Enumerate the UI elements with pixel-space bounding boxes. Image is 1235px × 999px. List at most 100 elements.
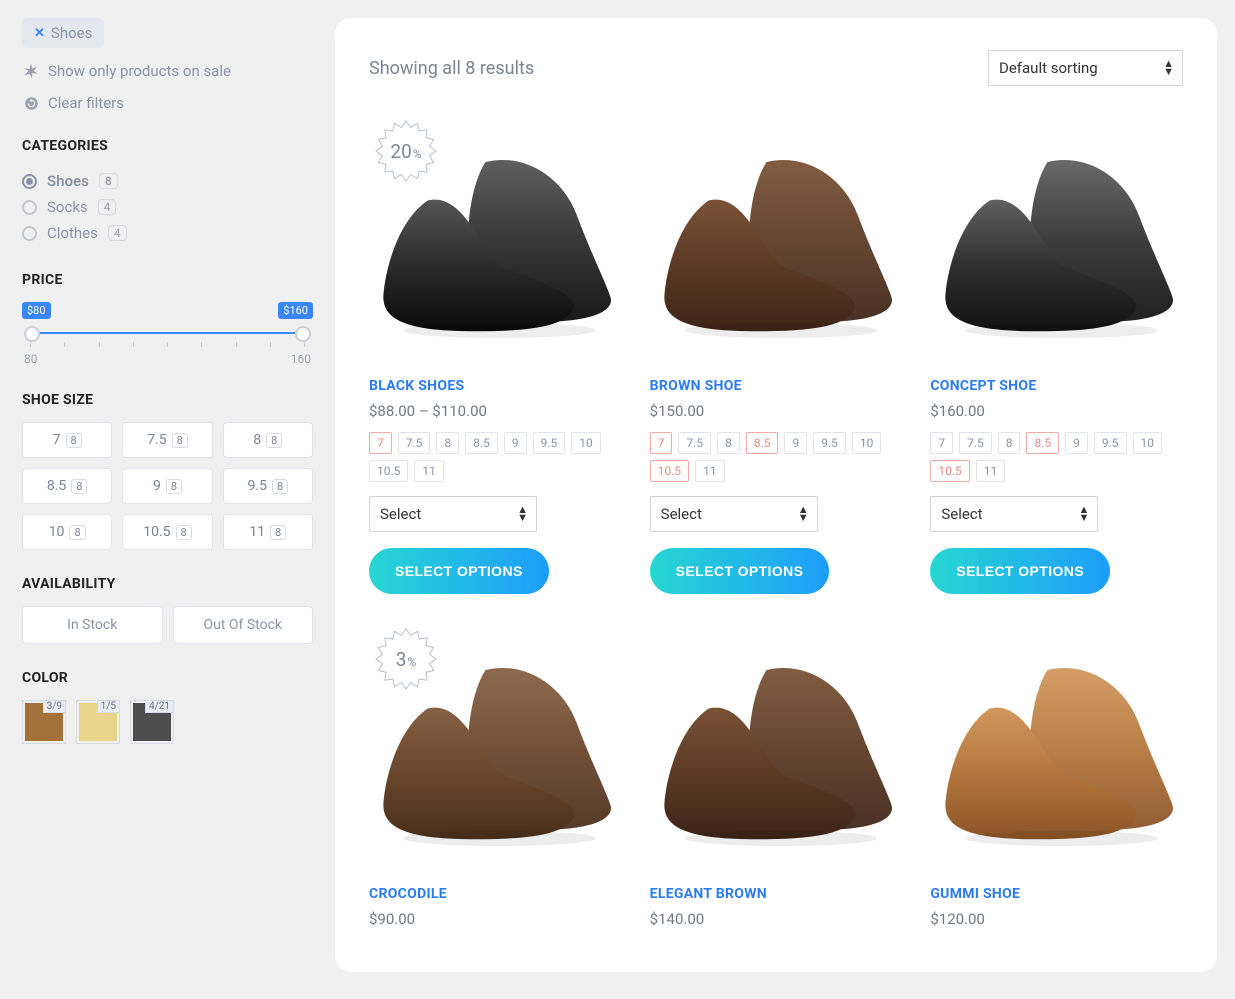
section-color: COLOR: [22, 670, 313, 686]
filter-size-10.5[interactable]: 10.58: [122, 514, 212, 550]
size-option[interactable]: 8: [436, 432, 459, 454]
radio-icon: [22, 200, 37, 215]
size-option[interactable]: 7: [930, 432, 953, 454]
size-option[interactable]: 10: [852, 432, 882, 454]
product-card: 3% CROCODILE $90.00: [369, 622, 622, 940]
clear-filters-link[interactable]: Clear filters: [22, 94, 313, 112]
size-option[interactable]: 10: [571, 432, 601, 454]
size-option[interactable]: 9: [784, 432, 807, 454]
size-option[interactable]: 10.5: [650, 460, 689, 482]
chevron-updown-icon: ▲▼: [1078, 506, 1089, 522]
product-image[interactable]: [650, 622, 903, 872]
price-axis-min: 80: [24, 352, 38, 366]
size-option[interactable]: 7.5: [398, 432, 431, 454]
size-option[interactable]: 9.5: [813, 432, 846, 454]
size-option[interactable]: 8: [717, 432, 740, 454]
product-title[interactable]: CONCEPT SHOE: [930, 378, 1183, 394]
size-option[interactable]: 10: [1133, 432, 1163, 454]
select-options-button[interactable]: SELECT OPTIONS: [369, 548, 549, 594]
availability-in-stock[interactable]: In Stock: [22, 606, 163, 644]
discount-badge: 20%: [375, 120, 437, 182]
size-option[interactable]: 8.5: [746, 432, 779, 454]
product-sizes: 77.5 8 8.59 9.5 10 10.5 11: [650, 432, 903, 482]
category-shoes[interactable]: Shoes 8: [22, 168, 313, 194]
product-card: BROWN SHOE $150.00 77.5 8 8.59 9.5 10 10.5 11 S…: [650, 114, 903, 594]
product-image[interactable]: [650, 114, 903, 364]
filter-size-8.5[interactable]: 8.58: [22, 468, 112, 504]
color-swatch-2[interactable]: 4/21: [130, 700, 174, 744]
product-title[interactable]: CROCODILE: [369, 886, 622, 902]
size-option[interactable]: 8: [998, 432, 1021, 454]
product-image[interactable]: 3%: [369, 622, 622, 872]
filter-size-7.5[interactable]: 7.58: [122, 422, 212, 458]
chevron-updown-icon: ▲▼: [1163, 60, 1174, 76]
size-option[interactable]: 11: [414, 460, 444, 482]
product-image[interactable]: [930, 622, 1183, 872]
filter-size-10[interactable]: 108: [22, 514, 112, 550]
price-slider[interactable]: $80 $160: [24, 308, 311, 348]
discount-badge: 3%: [375, 628, 437, 690]
size-count: 8: [172, 433, 188, 448]
product-sizes: 7 7.5 88.5 9 9.5 10 10.5 11: [930, 432, 1183, 482]
product-price: $88.00 – $110.00: [369, 402, 622, 420]
category-count: 4: [98, 199, 117, 215]
category-label: Clothes: [47, 224, 98, 242]
product-image[interactable]: [930, 114, 1183, 364]
size-option[interactable]: 9: [504, 432, 527, 454]
size-option[interactable]: 7.5: [678, 432, 711, 454]
chevron-updown-icon: ▲▼: [798, 506, 809, 522]
size-option[interactable]: 7.5: [959, 432, 992, 454]
sort-select[interactable]: Default sorting ▲▼: [988, 50, 1183, 86]
results-count: Showing all 8 results: [369, 58, 534, 79]
filter-chip-shoes[interactable]: ✕ Shoes: [22, 18, 104, 48]
select-options-button[interactable]: SELECT OPTIONS: [930, 548, 1110, 594]
availability-out-of-stock[interactable]: Out Of Stock: [173, 606, 314, 644]
size-option[interactable]: 8.5: [1026, 432, 1059, 454]
product-title[interactable]: BROWN SHOE: [650, 378, 903, 394]
variant-select[interactable]: Select▲▼: [930, 496, 1098, 532]
size-option[interactable]: 8.5: [465, 432, 498, 454]
size-count: 8: [266, 433, 282, 448]
category-clothes[interactable]: Clothes 4: [22, 220, 313, 246]
size-option[interactable]: 11: [976, 460, 1006, 482]
product-price: $150.00: [650, 402, 903, 420]
size-option[interactable]: 7: [369, 432, 392, 454]
category-socks[interactable]: Socks 4: [22, 194, 313, 220]
size-option[interactable]: 10.5: [369, 460, 408, 482]
variant-select[interactable]: Select▲▼: [650, 496, 818, 532]
color-swatch-1[interactable]: 1/5: [76, 700, 120, 744]
size-count: 8: [272, 479, 288, 494]
filter-size-11[interactable]: 118: [223, 514, 313, 550]
swatch-count: 1/5: [97, 700, 120, 713]
select-options-button[interactable]: SELECT OPTIONS: [650, 548, 830, 594]
product-title[interactable]: GUMMI SHOE: [930, 886, 1183, 902]
product-image[interactable]: 20%: [369, 114, 622, 364]
size-option[interactable]: 9.5: [1094, 432, 1127, 454]
chevron-updown-icon: ▲▼: [517, 506, 528, 522]
size-option[interactable]: 11: [695, 460, 725, 482]
product-price: $140.00: [650, 910, 903, 928]
price-handle-max[interactable]: [295, 326, 311, 342]
size-option[interactable]: 10.5: [930, 460, 969, 482]
variant-select[interactable]: Select▲▼: [369, 496, 537, 532]
size-option[interactable]: 9.5: [533, 432, 566, 454]
filter-size-9.5[interactable]: 9.58: [223, 468, 313, 504]
price-min-label: $80: [22, 302, 51, 319]
size-count: 8: [71, 479, 87, 494]
price-handle-min[interactable]: [24, 326, 40, 342]
product-title[interactable]: ELEGANT BROWN: [650, 886, 903, 902]
size-option[interactable]: 9: [1065, 432, 1088, 454]
size-count: 8: [69, 525, 85, 540]
close-icon[interactable]: ✕: [34, 26, 45, 41]
product-title[interactable]: BLACK SHOES: [369, 378, 622, 394]
color-swatch-0[interactable]: 3/9: [22, 700, 66, 744]
size-count: 8: [270, 525, 286, 540]
size-count: 8: [166, 479, 182, 494]
filter-size-7[interactable]: 78: [22, 422, 112, 458]
filter-size-8[interactable]: 88: [223, 422, 313, 458]
section-price: PRICE: [22, 272, 313, 288]
show-on-sale-link[interactable]: Show only products on sale: [22, 62, 313, 80]
size-option[interactable]: 7: [650, 432, 673, 454]
filter-size-9[interactable]: 98: [122, 468, 212, 504]
category-label: Shoes: [47, 172, 89, 190]
